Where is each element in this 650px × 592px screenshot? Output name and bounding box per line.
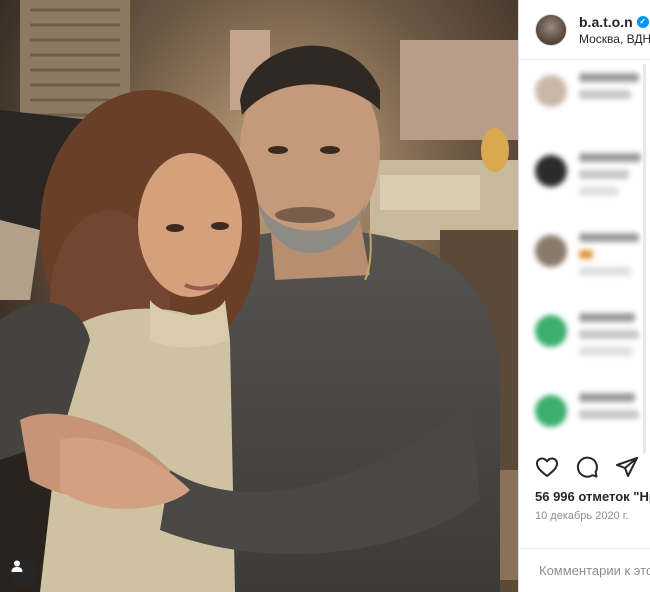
user-tag-button[interactable] [10,559,38,587]
post-side-panel: b.a.t.o.n ✓ Москва, ВДНХ [518,0,650,592]
post-location[interactable]: Москва, ВДНХ [579,32,650,46]
list-item [535,69,650,149]
comments-list [519,61,650,451]
comment-button[interactable] [575,455,599,479]
post-photo[interactable] [0,0,518,592]
person-icon [11,560,23,572]
share-button[interactable] [615,455,639,479]
paper-plane-icon [616,457,638,477]
verified-badge-icon: ✓ [636,15,649,28]
comment-bubble-icon [576,456,598,478]
list-item [535,309,650,389]
avatar[interactable] [535,155,567,187]
list-item [535,389,650,451]
heart-icon [536,457,558,477]
like-button[interactable] [535,455,559,479]
post-actions [519,452,650,482]
add-comment-bar [519,548,650,592]
likes-count[interactable]: 56 996 отметок "Нравится" [535,489,650,504]
list-item [535,229,650,309]
avatar[interactable] [535,235,567,267]
avatar[interactable] [535,315,567,347]
avatar[interactable] [535,75,567,107]
author-avatar[interactable] [535,13,567,46]
author-username-label[interactable]: b.a.t.o.n [579,14,633,30]
list-item [535,149,650,229]
comment-input[interactable] [539,563,650,578]
comments-scrollbar[interactable] [643,64,646,454]
post-date[interactable]: 10 декабрь 2020 г. [535,510,628,522]
photo-illustration [0,0,518,592]
avatar[interactable] [535,395,567,427]
post-header: b.a.t.o.n ✓ Москва, ВДНХ [519,0,650,60]
author-username[interactable]: b.a.t.o.n ✓ [579,14,650,30]
